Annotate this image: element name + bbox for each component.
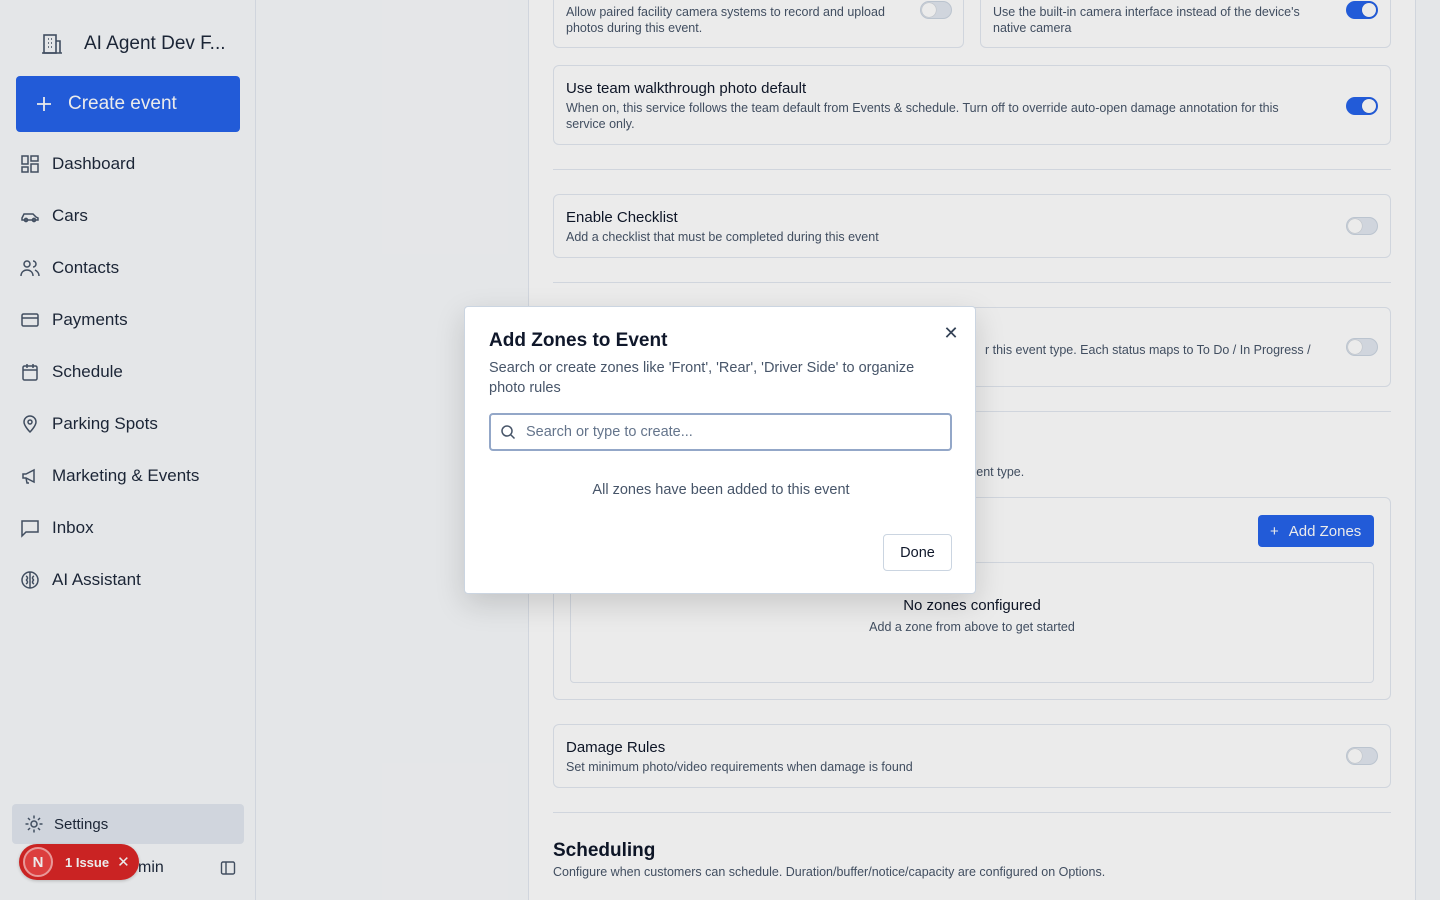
close-icon[interactable]: ✕ — [941, 323, 961, 343]
done-button[interactable]: Done — [883, 534, 952, 571]
zones-all-added-message: All zones have been added to this event — [592, 482, 850, 498]
dialog-description: Search or create zones like 'Front', 'Re… — [489, 360, 915, 396]
zone-search-input[interactable] — [526, 424, 926, 440]
dialog-title: Add Zones to Event — [489, 330, 668, 351]
add-zones-dialog: Add Zones to Event ✕ Search or create zo… — [464, 306, 976, 594]
search-icon — [501, 425, 516, 440]
zone-search-field[interactable] — [489, 413, 952, 451]
